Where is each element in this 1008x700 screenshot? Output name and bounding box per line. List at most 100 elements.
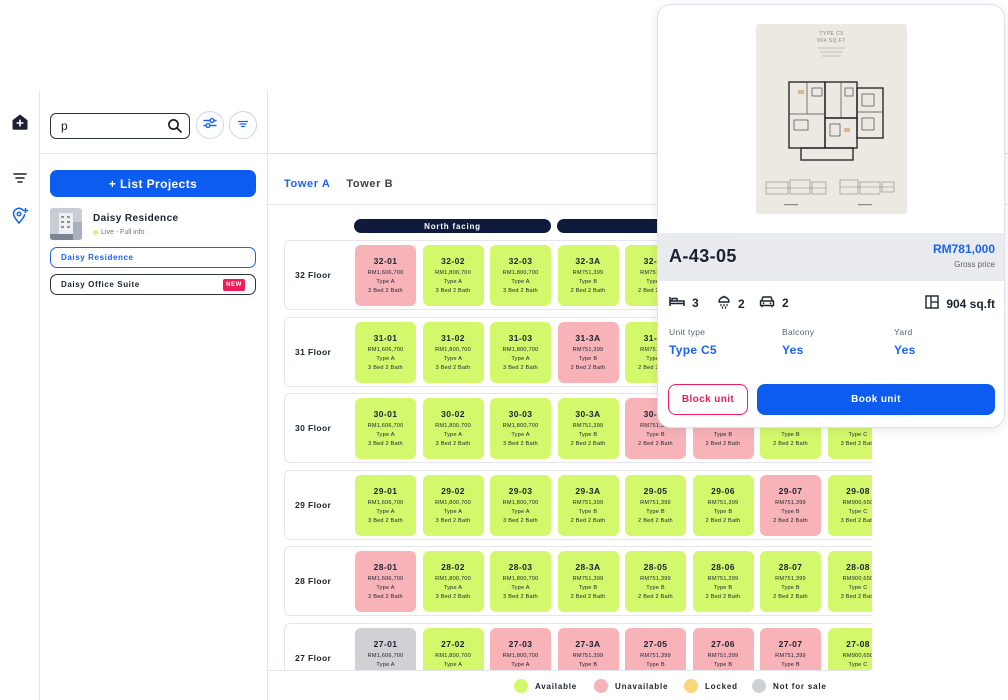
new-badge: NEW bbox=[223, 279, 245, 291]
unit-type: Type A bbox=[376, 661, 395, 668]
unit-code: 31-3A bbox=[575, 332, 601, 343]
tab-tower-b[interactable]: Tower B bbox=[346, 178, 393, 190]
legend-available: Available bbox=[514, 679, 577, 693]
unit-code: 31-01 bbox=[373, 332, 398, 343]
unit-type: Type A bbox=[443, 355, 463, 362]
sidebar-item-daisy-office-suite[interactable]: Daisy Office Suite NEW bbox=[50, 274, 256, 295]
unit-bed-bath: 3 Bed 2 Bath bbox=[503, 517, 538, 524]
unit-price: RM1,606,700 bbox=[367, 270, 404, 276]
unit-bed-bath: 3 Bed 2 Bath bbox=[503, 288, 538, 294]
unit-code: 29-06 bbox=[711, 485, 735, 496]
unit-code: 29-02 bbox=[441, 485, 465, 496]
floor-row: 27 Floor27-01RM1,606,700Type A3 Bed 2 Ba… bbox=[284, 622, 872, 670]
unit-type: Type B bbox=[578, 661, 598, 668]
sort-button[interactable] bbox=[229, 111, 257, 139]
unit-price: RM1,800,700 bbox=[435, 499, 471, 506]
unit-price: RM751,399 bbox=[640, 652, 671, 659]
search-icon[interactable] bbox=[167, 118, 183, 134]
tab-tower-a[interactable]: Tower A bbox=[284, 178, 330, 190]
unit-specs: 3 2 2 904 sq.ft bbox=[669, 295, 995, 311]
unit-bed-bath: 2 Bed 2 Bath bbox=[570, 288, 606, 294]
unit-bed-bath: 3 Bed 2 Bath bbox=[368, 517, 403, 524]
unit-bed-bath: 2 Bed 2 Bath bbox=[570, 441, 606, 447]
unit-cell[interactable]: 28-01 RM1,606,700 Type A 3 Bed 2 Bath bbox=[355, 551, 416, 612]
unit-bed-bath: 2 Bed 2 Bath bbox=[638, 441, 673, 447]
unit-cell[interactable]: 29-05 RM751,399 Type B 2 Bed 2 Bath bbox=[625, 474, 686, 536]
unit-cell[interactable]: 28-3A RM751,399 Type B 2 Bed 2 Bath bbox=[557, 551, 619, 612]
unit-cell[interactable]: 32-3A RM751,399 Type B 2 Bed 2 Bath bbox=[557, 245, 619, 306]
project-name[interactable]: Daisy Residence bbox=[93, 213, 179, 224]
unit-cell[interactable]: 27-06RM751,399Type B2 Bed 2 Bath bbox=[692, 627, 754, 670]
unit-cell[interactable]: 28-06 RM751,399 Type B 2 Bed 2 Bath bbox=[692, 551, 754, 612]
unit-price: RM751,399 bbox=[707, 576, 739, 582]
location-plus-icon[interactable] bbox=[10, 206, 30, 226]
project-thumbnail[interactable] bbox=[50, 208, 82, 240]
unit-cell[interactable]: 29-03 RM1,800,700 Type A 3 Bed 2 Bath bbox=[490, 474, 551, 536]
unit-cell[interactable]: 28-02 RM1,800,700 Type A 3 Bed 2 Bath bbox=[422, 551, 484, 612]
unit-code: 28-06 bbox=[711, 562, 735, 572]
icon-rail bbox=[0, 90, 40, 700]
sort-lines-icon bbox=[237, 116, 249, 134]
unit-type: Type B bbox=[578, 585, 598, 591]
unit-cell[interactable]: 27-03RM1,800,700Type A3 Bed 2 Bath bbox=[490, 627, 551, 670]
legend-label: Not for sale bbox=[773, 681, 827, 691]
unit-code: 29-08 bbox=[846, 485, 870, 496]
book-unit-button[interactable]: Book unit bbox=[757, 384, 995, 415]
block-unit-button[interactable]: Block unit bbox=[668, 384, 748, 415]
unit-cell[interactable]: 31-3A RM751,399 Type B 2 Bed 2 Bath bbox=[557, 321, 619, 383]
unit-cell[interactable]: 29-07 RM751,399 Type B 2 Bed 2 Bath bbox=[760, 474, 821, 536]
unit-cell[interactable]: 29-08 RM900,650 Type C 3 Bed 2 Bath bbox=[827, 474, 872, 536]
unit-bed-bath: 2 Bed 2 Bath bbox=[570, 517, 606, 524]
sidebar-item-label: Daisy Residence bbox=[61, 253, 134, 262]
unit-cell[interactable]: 27-07RM751,399Type B2 Bed 2 Bath bbox=[760, 627, 821, 670]
unit-code: 28-03 bbox=[508, 562, 533, 572]
sidebar-item-daisy-residence[interactable]: Daisy Residence bbox=[50, 247, 256, 268]
unit-cell[interactable]: 28-07 RM751,399 Type B 2 Bed 2 Bath bbox=[760, 551, 821, 612]
unit-type-label: Unit type bbox=[669, 327, 706, 337]
unit-cell[interactable]: 32-01 RM1,606,700 Type A 3 Bed 2 Bath bbox=[355, 245, 416, 306]
unit-cell[interactable]: 27-3ARM751,399Type B2 Bed 2 Bath bbox=[557, 627, 619, 670]
unit-code: 29-07 bbox=[778, 485, 803, 496]
unit-cell[interactable]: 29-01 RM1,606,700 Type A 3 Bed 2 Bath bbox=[355, 474, 416, 536]
unit-cell[interactable]: 31-01 RM1,606,700 Type A 3 Bed 2 Bath bbox=[355, 321, 416, 383]
unit-type: Type B bbox=[578, 355, 598, 362]
unit-cell[interactable]: 27-08RM900,650Type C3 Bed 2 Bath bbox=[827, 627, 872, 670]
unit-cell[interactable]: 29-3A RM751,399 Type B 2 Bed 2 Bath bbox=[557, 474, 619, 536]
unit-cell[interactable]: 31-03 RM1,800,700 Type A 3 Bed 2 Bath bbox=[490, 321, 551, 383]
unit-cell[interactable]: 27-01RM1,606,700Type A3 Bed 2 Bath bbox=[355, 627, 416, 670]
unit-price: RM751,399 bbox=[572, 576, 604, 582]
unit-cell[interactable]: 27-05RM751,399Type B2 Bed 2 Bath bbox=[625, 627, 686, 670]
unit-cell[interactable]: 29-02 RM1,800,700 Type A 3 Bed 2 Bath bbox=[422, 474, 484, 536]
unit-cell[interactable]: 30-3A RM751,399 Type B 2 Bed 2 Bath bbox=[557, 398, 619, 459]
unit-cell[interactable]: 28-08 RM900,650 Type C 3 Bed 2 Bath bbox=[827, 551, 872, 612]
unit-cell[interactable]: 27-02RM1,800,700Type A3 Bed 2 Bath bbox=[422, 627, 484, 670]
north-facing-header: North facing bbox=[354, 219, 551, 233]
unit-cell[interactable]: 31-02 RM1,800,700 Type A 3 Bed 2 Bath bbox=[422, 321, 484, 383]
unit-code: 28-02 bbox=[441, 562, 465, 572]
floor-row: 29 Floor 29-01 RM1,606,700 Type A 3 Bed 2 Ba… bbox=[284, 469, 872, 540]
unit-cell[interactable]: 28-05 RM751,399 Type B 2 Bed 2 Bath bbox=[625, 551, 686, 612]
home-plus-icon[interactable] bbox=[10, 112, 30, 132]
unit-type: Type B bbox=[646, 585, 665, 591]
unit-code: 30-01 bbox=[373, 409, 398, 419]
unit-price: RM1,800,700 bbox=[435, 423, 471, 429]
list-projects-button[interactable]: + List Projects bbox=[50, 170, 256, 197]
unit-price: RM751,399 bbox=[775, 499, 806, 506]
filter-settings-button[interactable] bbox=[196, 111, 224, 139]
search-input[interactable] bbox=[61, 117, 161, 135]
unit-cell[interactable]: 28-03 RM1,800,700 Type A 3 Bed 2 Bath bbox=[490, 551, 551, 612]
unit-cell[interactable]: 32-03 RM1,800,700 Type A 3 Bed 2 Bath bbox=[490, 245, 551, 306]
unit-cell[interactable]: 30-03 RM1,800,700 Type A 3 Bed 2 Bath bbox=[490, 398, 551, 459]
unit-bed-bath: 3 Bed 2 Bath bbox=[368, 594, 403, 600]
unit-price: RM1,800,700 bbox=[502, 346, 539, 353]
unit-cell[interactable]: 30-01 RM1,606,700 Type A 3 Bed 2 Bath bbox=[355, 398, 416, 459]
unit-cell[interactable]: 30-02 RM1,800,700 Type A 3 Bed 2 Bath bbox=[422, 398, 484, 459]
unit-cell[interactable]: 32-02 RM1,800,700 Type A 3 Bed 2 Bath bbox=[422, 245, 484, 306]
unit-code: 29-3A bbox=[575, 485, 601, 496]
live-status-dot bbox=[93, 230, 98, 235]
unit-cell[interactable]: 29-06 RM751,399 Type B 2 Bed 2 Bath bbox=[692, 474, 754, 536]
unit-price: RM1,800,700 bbox=[435, 270, 471, 276]
search-box[interactable] bbox=[50, 113, 190, 139]
filter-lines-icon[interactable] bbox=[10, 168, 30, 188]
facing-header-2 bbox=[557, 219, 667, 233]
